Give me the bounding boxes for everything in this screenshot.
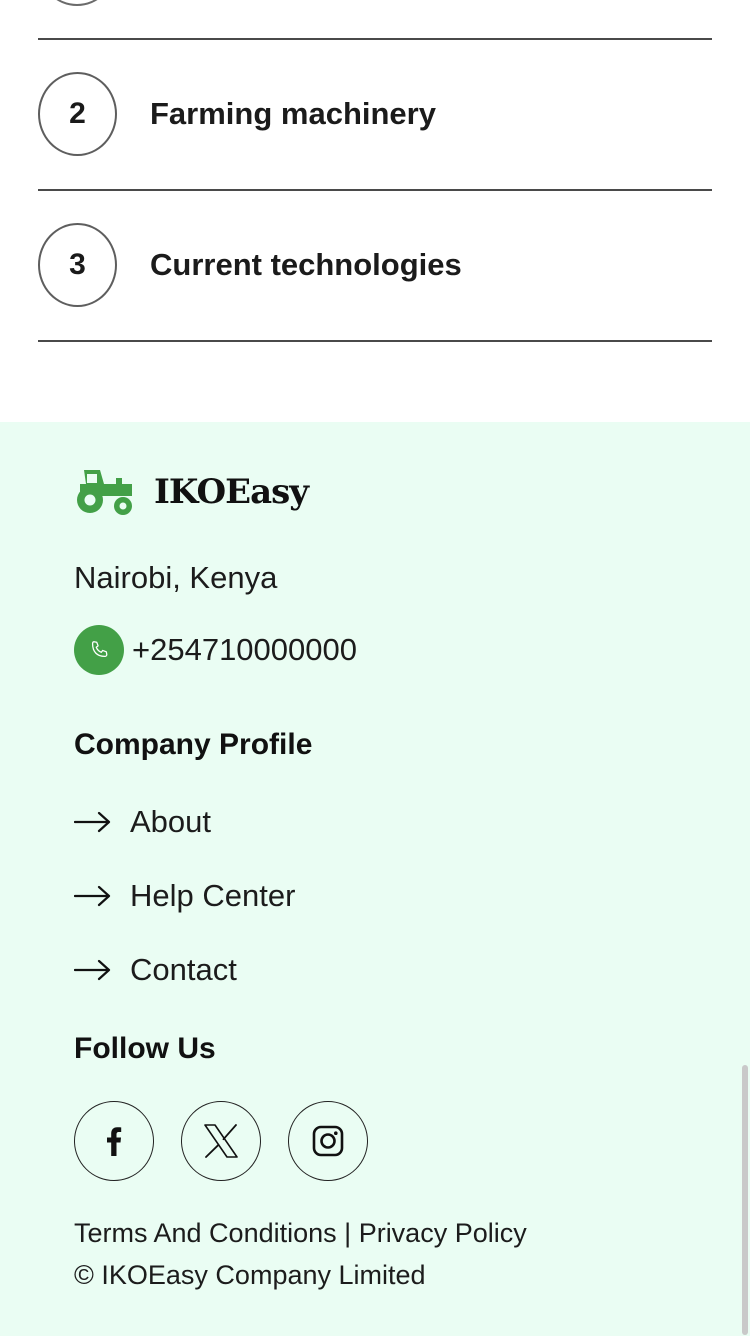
legal-links: Terms And Conditions | Privacy Policy — [74, 1218, 527, 1249]
social-links — [74, 1101, 395, 1181]
footer: IKOEasy Nairobi, Kenya +254710000000 Com… — [0, 422, 750, 1336]
brand-name: IKOEasy — [154, 472, 309, 512]
phone-icon — [74, 625, 124, 675]
terms-link[interactable]: Terms And Conditions — [74, 1218, 337, 1248]
privacy-policy-link[interactable]: Privacy Policy — [359, 1218, 527, 1248]
company-profile-heading: Company Profile — [74, 728, 313, 761]
number-circle-partial — [38, 0, 116, 6]
legal-separator: | — [344, 1218, 352, 1248]
list-item-label: Current technologies — [150, 247, 462, 282]
list-item[interactable]: 3 Current technologies — [38, 191, 712, 341]
number-circle: 2 — [38, 72, 117, 156]
help-center-link-label: Help Center — [130, 878, 296, 913]
about-link[interactable]: About — [74, 804, 211, 840]
follow-us-heading: Follow Us — [74, 1032, 216, 1065]
facebook-button[interactable] — [74, 1101, 154, 1181]
arrow-right-icon — [74, 885, 111, 907]
page: 2 Farming machinery 3 Current technologi… — [0, 0, 750, 1336]
phone-number: +254710000000 — [132, 632, 357, 667]
list-item[interactable]: 2 Farming machinery — [38, 40, 712, 190]
help-center-link[interactable]: Help Center — [74, 878, 295, 914]
divider — [38, 340, 712, 342]
x-button[interactable] — [181, 1101, 261, 1181]
copyright-text: © IKOEasy Company Limited — [74, 1260, 426, 1290]
instagram-icon — [312, 1125, 344, 1157]
brand[interactable]: IKOEasy — [74, 466, 309, 518]
contact-link[interactable]: Contact — [74, 952, 237, 988]
instagram-button[interactable] — [288, 1101, 368, 1181]
arrow-right-icon — [74, 811, 111, 833]
number-circle: 3 — [38, 223, 117, 307]
about-link-label: About — [130, 804, 212, 839]
scrollbar-thumb[interactable] — [742, 1065, 748, 1335]
phone-link[interactable]: +254710000000 — [74, 625, 357, 675]
tractor-icon — [77, 470, 132, 515]
arrow-right-icon — [74, 959, 111, 981]
list-item-label: Farming machinery — [150, 96, 436, 131]
location-text: Nairobi, Kenya — [74, 560, 278, 595]
x-icon — [204, 1124, 238, 1158]
facebook-icon — [107, 1127, 122, 1156]
contact-link-label: Contact — [130, 952, 237, 987]
